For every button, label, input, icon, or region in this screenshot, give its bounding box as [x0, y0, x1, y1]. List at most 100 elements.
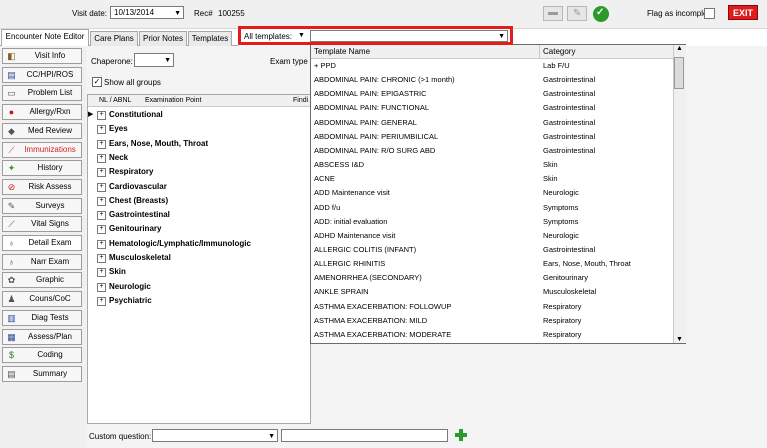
exit-button[interactable]: EXIT: [728, 5, 758, 20]
exam-row[interactable]: + Psychiatric: [88, 294, 310, 308]
sidebar-item-diag-tests[interactable]: ▥ Diag Tests: [2, 309, 82, 326]
template-list-row[interactable]: ABDOMINAL PAIN: CHRONIC (>1 month) Gastro…: [311, 73, 673, 87]
templates-filter-combobox[interactable]: ▼: [310, 30, 508, 42]
scroll-down-icon[interactable]: ▼: [676, 336, 683, 343]
sidebar-item-couns-coc[interactable]: ♟ Couns/CoC: [2, 291, 82, 308]
minus-button[interactable]: [543, 6, 563, 21]
sidebar-item-detail-exam[interactable]: ♁ Detail Exam: [2, 235, 82, 251]
sidebar-item-graphic[interactable]: ✿ Graphic: [2, 272, 82, 289]
scroll-up-icon[interactable]: ▲: [676, 45, 683, 52]
exam-row[interactable]: + Neurologic: [88, 280, 310, 294]
expand-icon[interactable]: +: [97, 139, 106, 149]
column-header-examination-point: Examination Point: [145, 97, 202, 104]
tab-prior-notes[interactable]: Prior Notes: [139, 31, 187, 46]
template-list-row[interactable]: ASTHMA EXACERBATION: MILD Respiratory: [311, 314, 673, 328]
sidebar-item-coding[interactable]: $ Coding: [2, 347, 82, 364]
expand-icon[interactable]: +: [97, 168, 106, 178]
expand-icon[interactable]: +: [97, 153, 106, 163]
chevron-down-icon[interactable]: ▼: [174, 8, 181, 19]
template-list-row[interactable]: ASTHMA EXACERBATION: FOLLOWUP Respiratory: [311, 300, 673, 314]
template-list-row[interactable]: ABDOMINAL PAIN: GENERAL Gastrointestinal: [311, 116, 673, 130]
visit-date-field[interactable]: 10/13/2014 ▼: [110, 6, 184, 19]
expand-icon[interactable]: +: [97, 125, 106, 135]
exam-row[interactable]: + Hematologic/Lymphatic/Immunologic: [88, 237, 310, 251]
sidebar-item-surveys[interactable]: ✎ Surveys: [2, 197, 82, 214]
exam-row[interactable]: + Ears, Nose, Mouth, Throat: [88, 137, 310, 151]
exam-row[interactable]: + Skin: [88, 265, 310, 279]
template-list-row[interactable]: ADD f/u Symptoms: [311, 201, 673, 215]
exam-row[interactable]: + Eyes: [88, 122, 310, 136]
chevron-down-icon[interactable]: ▼: [268, 431, 275, 442]
template-name: ADD Maintenance visit: [314, 188, 390, 198]
chevron-down-icon[interactable]: ▼: [498, 31, 505, 42]
exam-row-label: Ears, Nose, Mouth, Throat: [109, 138, 209, 148]
sidebar-item-summary[interactable]: ▤ Summary: [2, 365, 82, 382]
template-name: ASTHMA EXACERBATION: MODERATE: [314, 329, 452, 339]
template-list-row[interactable]: AMENORRHEA (SECONDARY) Genitourinary: [311, 271, 673, 285]
sidebar-item-assess-plan[interactable]: ▦ Assess/Plan: [2, 328, 82, 345]
template-list-row[interactable]: ABSCESS I&D Skin: [311, 158, 673, 172]
template-list-scrollbar[interactable]: ▲ ▼: [673, 45, 686, 343]
template-list-row[interactable]: ABDOMINAL PAIN: FUNCTIONAL Gastrointestin…: [311, 101, 673, 115]
expand-icon[interactable]: +: [97, 211, 106, 221]
template-list-row[interactable]: ASTHMA EXACERBATION: MODERATE Respiratory: [311, 328, 673, 342]
sidebar-item-cc-hpi-ros[interactable]: ▤ CC/HPI/ROS: [2, 66, 82, 83]
template-category: Gastrointestinal: [543, 131, 596, 141]
edit-button[interactable]: ✎: [567, 6, 587, 21]
expand-icon[interactable]: +: [97, 225, 106, 235]
tab-encounter-note-editor[interactable]: Encounter Note Editor: [1, 29, 89, 46]
tab-care-plans[interactable]: Care Plans: [90, 31, 138, 46]
exam-row[interactable]: + Chest (Breasts): [88, 194, 310, 208]
template-list-row[interactable]: ANKLE SPRAIN Musculoskeletal: [311, 285, 673, 299]
sidebar-item-med-review[interactable]: ◆ Med Review: [2, 122, 82, 139]
add-question-button[interactable]: [454, 428, 468, 442]
custom-question-text-input[interactable]: [281, 429, 448, 442]
template-name: AMENORRHEA (SECONDARY): [314, 273, 422, 283]
exam-row[interactable]: + Cardiovascular: [88, 180, 310, 194]
check-button[interactable]: ✓: [593, 6, 609, 22]
exam-row[interactable]: + Respiratory: [88, 165, 310, 179]
expand-icon[interactable]: +: [97, 254, 106, 263]
exam-row[interactable]: ▶ + Constitutional: [88, 108, 310, 122]
template-list-row[interactable]: ALLERGIC RHINITIS Ears, Nose, Mouth, Thro…: [311, 257, 673, 271]
exam-row[interactable]: + Musculoskeletal: [88, 251, 310, 265]
flag-incomplete-checkbox[interactable]: [704, 8, 715, 19]
sidebar-item-allergy-rxn[interactable]: ● Allergy/Rxn: [2, 104, 82, 121]
expand-icon[interactable]: +: [97, 268, 106, 278]
template-list-row[interactable]: ABDOMINAL PAIN: PERIUMBILICAL Gastrointes…: [311, 130, 673, 144]
expand-icon[interactable]: +: [97, 239, 106, 249]
sidebar-item-history[interactable]: ✦ History: [2, 160, 82, 177]
template-list-row[interactable]: ALLERGIC COLITIS (INFANT) Gastrointestina…: [311, 243, 673, 257]
expand-icon[interactable]: +: [97, 111, 106, 120]
exam-row[interactable]: + Genitourinary: [88, 222, 310, 236]
template-list-row[interactable]: ADD Maintenance visit Neurologic: [311, 186, 673, 200]
custom-question-select[interactable]: ▼: [152, 429, 278, 442]
template-list-row[interactable]: ACNE Skin: [311, 172, 673, 186]
expand-icon[interactable]: +: [97, 296, 106, 306]
sidebar-item-vital-signs[interactable]: ⟋ Vital Signs: [2, 216, 82, 233]
exam-row-label: Hematologic/Lymphatic/Immunologic: [109, 238, 251, 248]
show-all-groups-checkbox[interactable]: ✓: [92, 77, 102, 87]
exam-row[interactable]: + Neck: [88, 151, 310, 165]
chevron-down-icon[interactable]: ▼: [164, 55, 171, 66]
expand-icon[interactable]: +: [97, 282, 106, 292]
expand-icon[interactable]: +: [97, 182, 106, 192]
exam-row[interactable]: + Gastrointestinal: [88, 208, 310, 222]
templates-filter-arrow-icon[interactable]: ▼: [298, 32, 305, 39]
column-header-findings: Findi: [293, 97, 309, 104]
scrollbar-thumb[interactable]: [674, 57, 684, 89]
template-list-row[interactable]: + PPD Lab F/U: [311, 59, 673, 73]
template-list-row[interactable]: ADHD Maintenance visit Neurologic: [311, 229, 673, 243]
tab-templates[interactable]: Templates: [188, 31, 232, 46]
sidebar-item-label: Narr Exam: [30, 256, 70, 266]
template-list-row[interactable]: ABDOMINAL PAIN: R/O SURG ABD Gastrointest…: [311, 144, 673, 158]
template-list-row[interactable]: ADD: initial evaluation Symptoms: [311, 215, 673, 229]
expand-icon[interactable]: +: [97, 196, 106, 206]
chaperone-select[interactable]: ▼: [134, 53, 174, 67]
sidebar-item-immunizations[interactable]: ⟋ Immunizations: [2, 141, 82, 158]
template-list-row[interactable]: ABDOMINAL PAIN: EPIGASTRIC Gastrointestin…: [311, 87, 673, 101]
sidebar-item-narr-exam[interactable]: ♁ Narr Exam: [2, 253, 82, 270]
sidebar-item-risk-assess[interactable]: ⊘ Risk Assess: [2, 178, 82, 195]
sidebar-item-visit-info[interactable]: ◧ Visit Info: [2, 48, 82, 64]
sidebar-item-problem-list[interactable]: ▭ Problem List: [2, 85, 82, 102]
